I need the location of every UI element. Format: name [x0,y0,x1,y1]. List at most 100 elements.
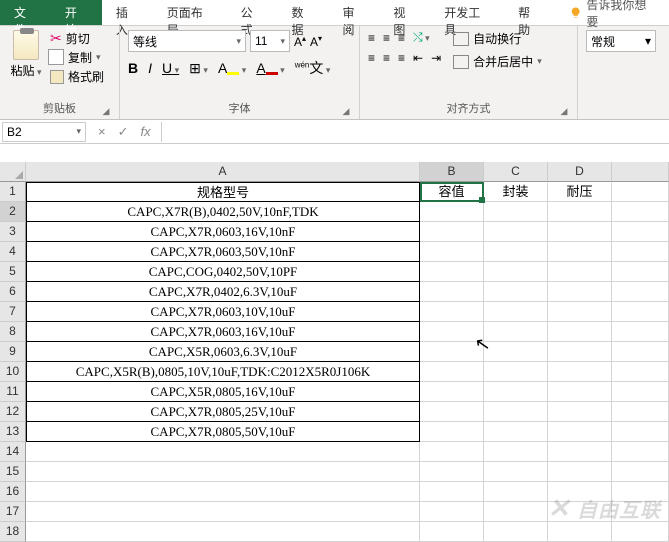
row-header[interactable]: 17 [0,502,26,522]
cell[interactable]: CAPC,COG,0402,50V,10PF [26,262,420,282]
cell[interactable] [548,402,612,422]
enter-icon[interactable]: ✓ [118,124,129,140]
paste-button[interactable]: 粘贴 [8,30,44,79]
wrap-text-button[interactable]: 自动换行 [453,30,542,47]
cell[interactable] [612,362,669,382]
cell[interactable] [612,442,669,462]
cell[interactable] [612,522,669,542]
cell[interactable] [548,362,612,382]
cell[interactable] [548,342,612,362]
merge-center-button[interactable]: 合并后居中 [453,53,542,70]
copy-button[interactable]: 复制 [50,49,104,66]
cell[interactable] [26,442,420,462]
cell[interactable] [484,502,548,522]
cell[interactable]: CAPC,X7R,0603,16V,10nF [26,222,420,242]
align-top-icon[interactable]: ≡ [368,31,375,45]
tab-home[interactable]: 开始 [51,0,102,25]
cell[interactable] [484,342,548,362]
row-header[interactable]: 16 [0,482,26,502]
align-bottom-icon[interactable]: ≡ [398,31,405,45]
cell[interactable]: CAPC,X7R,0603,16V,10uF [26,322,420,342]
cell[interactable] [484,362,548,382]
cell[interactable]: 容值 [420,182,484,202]
tab-formulas[interactable]: 公式 [227,0,278,25]
cell[interactable] [420,262,484,282]
cell[interactable] [420,282,484,302]
cell[interactable] [612,382,669,402]
cell[interactable] [548,302,612,322]
borders-button[interactable]: ⊞ [189,60,208,77]
cell[interactable] [484,442,548,462]
cell[interactable] [548,202,612,222]
row-header[interactable]: 11 [0,382,26,402]
cell[interactable] [484,382,548,402]
row-header[interactable]: 14 [0,442,26,462]
increase-font-icon[interactable]: A▴ [294,34,306,49]
cell[interactable] [548,242,612,262]
underline-button[interactable]: U [162,60,179,76]
row-header[interactable]: 4 [0,242,26,262]
tab-file[interactable]: 文件 [0,0,51,25]
cell[interactable]: CAPC,X7R,0603,10V,10uF [26,302,420,322]
row-header[interactable]: 1 [0,182,26,202]
tab-data[interactable]: 数据 [278,0,329,25]
cell[interactable] [612,342,669,362]
font-name-combo[interactable]: 等线▾ [128,30,246,52]
cell[interactable] [548,282,612,302]
cell[interactable] [420,362,484,382]
bold-button[interactable]: B [128,60,138,76]
row-header[interactable]: 8 [0,322,26,342]
align-right-icon[interactable]: ≡ [398,51,405,65]
cell[interactable] [420,442,484,462]
col-header-B[interactable]: B [420,162,484,182]
tab-page-layout[interactable]: 页面布局 [153,0,227,25]
cell[interactable] [612,462,669,482]
align-middle-icon[interactable]: ≡ [383,31,390,45]
row-header[interactable]: 18 [0,522,26,542]
tab-insert[interactable]: 插入 [102,0,153,25]
cell[interactable] [612,222,669,242]
cell[interactable] [420,462,484,482]
decrease-font-icon[interactable]: A▾ [310,34,322,49]
cell[interactable] [612,402,669,422]
cancel-icon[interactable]: × [98,124,106,139]
cell[interactable] [26,502,420,522]
fill-color-button[interactable]: A [218,60,246,76]
cell[interactable]: 耐压 [548,182,612,202]
align-left-icon[interactable]: ≡ [368,51,375,65]
cell[interactable] [484,282,548,302]
cell[interactable] [420,522,484,542]
cell[interactable]: CAPC,X7R,0805,50V,10uF [26,422,420,442]
row-header[interactable]: 3 [0,222,26,242]
orientation-icon[interactable]: ⤭ [413,30,430,45]
cell[interactable] [548,462,612,482]
row-header[interactable]: 2 [0,202,26,222]
fx-icon[interactable]: fx [141,124,151,139]
cell[interactable] [548,442,612,462]
cell[interactable] [612,302,669,322]
cell[interactable] [548,322,612,342]
cell[interactable] [484,422,548,442]
row-header[interactable]: 7 [0,302,26,322]
name-box[interactable]: B2▾ [2,122,86,142]
cell[interactable]: 封装 [484,182,548,202]
cell[interactable] [612,182,669,202]
cell[interactable]: CAPC,X7R,0805,25V,10uF [26,402,420,422]
cell[interactable] [612,282,669,302]
cell[interactable] [548,522,612,542]
cell[interactable] [484,522,548,542]
cell[interactable]: CAPC,X5R,0603,6.3V,10uF [26,342,420,362]
phonetic-button[interactable]: wén文 [295,58,331,78]
cell[interactable] [612,202,669,222]
cell[interactable] [420,402,484,422]
cell[interactable] [484,482,548,502]
font-launcher-icon[interactable]: ◢ [341,106,351,116]
cell[interactable] [420,202,484,222]
cell[interactable] [484,262,548,282]
col-header-E[interactable] [612,162,669,182]
select-all-corner[interactable] [0,162,26,182]
row-header[interactable]: 13 [0,422,26,442]
col-header-A[interactable]: A [26,162,420,182]
italic-button[interactable]: I [148,60,152,76]
cell[interactable] [484,402,548,422]
